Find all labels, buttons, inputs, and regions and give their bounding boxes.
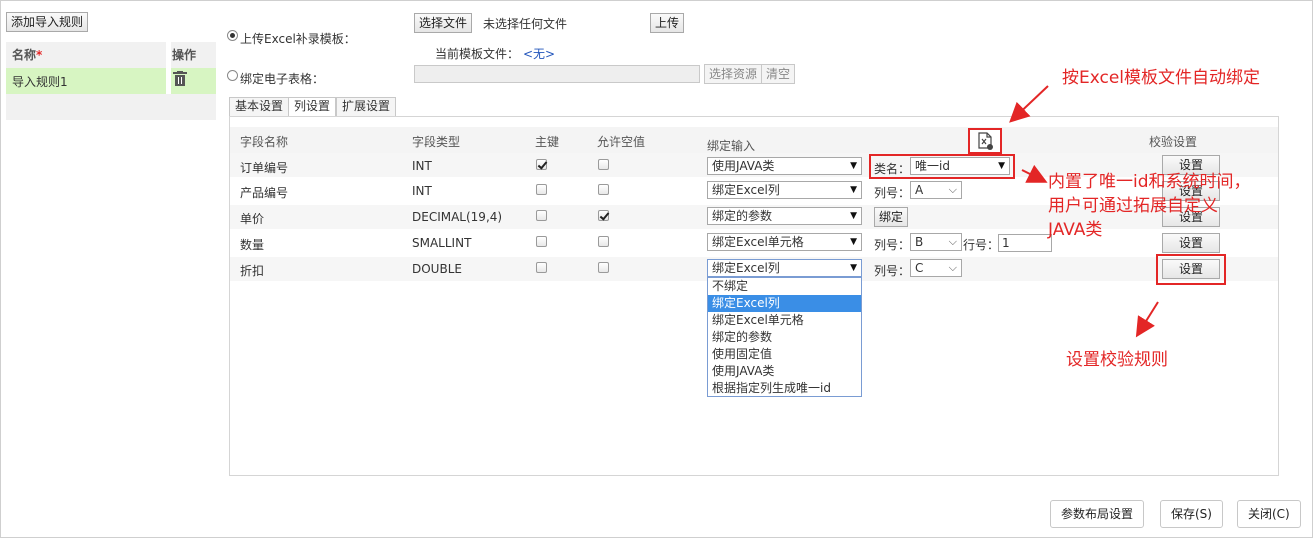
parameter-layout-button[interactable]: 参数布局设置 — [1050, 500, 1145, 528]
save-button[interactable]: 保存(S) — [1160, 500, 1223, 528]
close-button[interactable]: 关闭(C) — [1237, 500, 1301, 528]
annotation-arrows — [1009, 85, 1159, 338]
